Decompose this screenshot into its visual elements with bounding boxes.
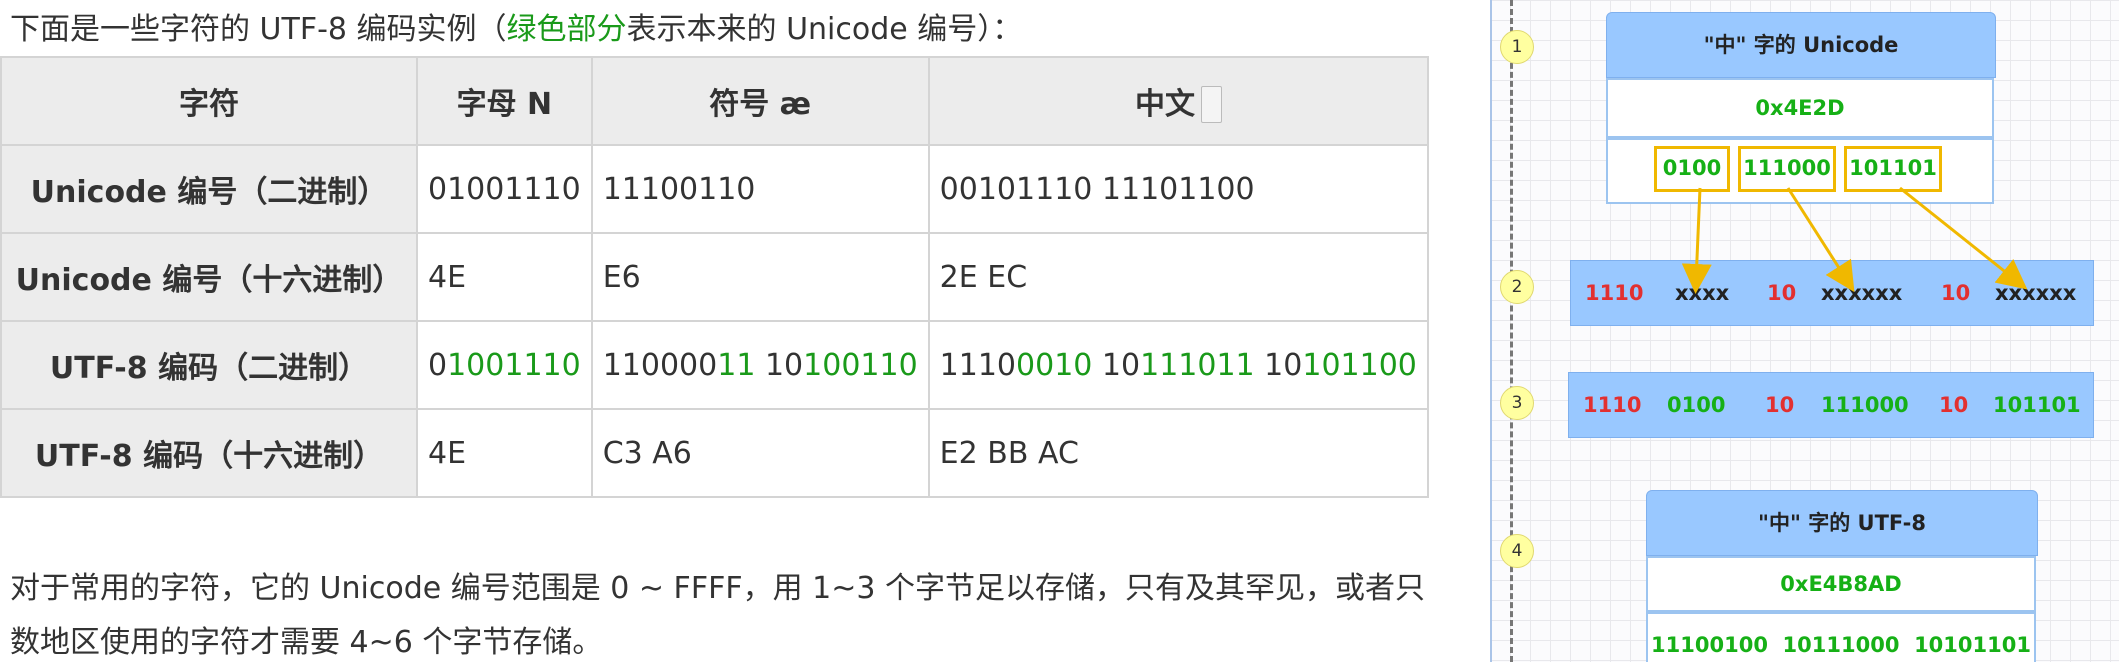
table-row: UTF-8 编码（二进制） 01001110 11000011 10100110 11… bbox=[0, 320, 1429, 410]
table-cell: E2 BB AC bbox=[927, 408, 1429, 498]
explanation-paragraph: 对于常用的字符，它的 Unicode 编号范围是 0 ~ FFFF，用 1~3 … bbox=[10, 562, 1490, 662]
cell-text: 1110 bbox=[939, 347, 1017, 383]
cell-text: 10 bbox=[755, 347, 804, 383]
green-bits: 111011 bbox=[1140, 347, 1255, 383]
cell-text: 4E bbox=[428, 259, 467, 295]
intro-green-part: 绿色部分 bbox=[506, 12, 627, 47]
table-cell: 00101110 11101100 bbox=[927, 144, 1429, 234]
table-cell: 01001110 bbox=[416, 320, 593, 410]
green-bits: 100110 bbox=[803, 347, 918, 383]
table-row: Unicode 编号（十六进制） 4E E6 2E EC bbox=[0, 232, 1429, 322]
table-cell: 11000011 10100110 bbox=[590, 320, 930, 410]
paragraph-line-1: 对于常用的字符，它的 Unicode 编号范围是 0 ~ FFFF，用 1~3 … bbox=[10, 571, 1425, 606]
header-char: 字符 bbox=[0, 56, 418, 146]
encoding-diagram: 1 2 3 4 "中" 字的 Unicode 0x4E2D 0100 11100… bbox=[1490, 0, 2119, 662]
utf8-examples-table: 字符 字母 N 符号 æ 中文 Unicode 编号（二进制） 01001110 1… bbox=[0, 56, 1429, 498]
cell-text: 110000 bbox=[602, 347, 718, 383]
cell-text: 0 bbox=[428, 347, 448, 383]
row-label: Unicode 编号（十六进制） bbox=[0, 232, 418, 322]
paragraph-line-2: 数地区使用的字符才需要 4~6 个字节存储。 bbox=[10, 625, 603, 660]
arrow-group-3 bbox=[1899, 186, 2028, 290]
green-bits: 1001110 bbox=[447, 347, 581, 383]
table-row: UTF-8 编码（十六进制） 4E C3 A6 E2 BB AC bbox=[0, 408, 1429, 498]
cell-text: C3 A6 bbox=[602, 435, 692, 471]
row-label: UTF-8 编码（十六进制） bbox=[0, 408, 418, 498]
table-cell: C3 A6 bbox=[590, 408, 930, 498]
header-letter: 字母 N bbox=[416, 56, 593, 146]
intro-text: 下面是一些字符的 UTF-8 编码实例（绿色部分表示本来的 Unicode 编号… bbox=[10, 8, 1022, 52]
cell-text: 00101110 11101100 bbox=[939, 171, 1255, 207]
green-bits: 11 bbox=[717, 347, 756, 383]
mapping-arrows bbox=[1681, 186, 2028, 294]
header-symbol-label: 符号 æ bbox=[709, 87, 812, 122]
header-chinese-label: 中文 bbox=[1135, 87, 1196, 122]
document-panel: 下面是一些字符的 UTF-8 编码实例（绿色部分表示本来的 Unicode 编号… bbox=[0, 0, 1490, 662]
table-cell: 4E bbox=[416, 408, 593, 498]
row-label: UTF-8 编码（二进制） bbox=[0, 320, 418, 410]
green-bits: 0010 bbox=[1016, 347, 1093, 383]
cell-text: 2E EC bbox=[939, 259, 1028, 295]
table-row: Unicode 编号（二进制） 01001110 11100110 00101110 … bbox=[0, 144, 1429, 234]
cell-text: 01001110 bbox=[428, 171, 581, 207]
table-cell: 4E bbox=[416, 232, 593, 322]
cell-text: E6 bbox=[602, 259, 641, 295]
header-chinese: 中文 bbox=[927, 56, 1429, 146]
header-symbol: 符号 æ bbox=[590, 56, 930, 146]
table-header-row: 字符 字母 N 符号 æ 中文 bbox=[0, 56, 1429, 146]
table-cell: 11100110 bbox=[590, 144, 930, 234]
table-cell: E6 bbox=[590, 232, 930, 322]
cell-text: 10 bbox=[1092, 347, 1141, 383]
arrow-group-2 bbox=[1786, 187, 1855, 293]
arrow-group-1 bbox=[1681, 187, 1712, 294]
intro-after: 表示本来的 Unicode 编号）： bbox=[626, 12, 1023, 47]
header-letter-label: 字母 N bbox=[456, 87, 553, 122]
green-bits: 101100 bbox=[1302, 347, 1417, 383]
table-cell: 01001110 bbox=[416, 144, 593, 234]
missing-glyph-box bbox=[1201, 86, 1222, 123]
cell-text: 4E bbox=[428, 435, 467, 471]
cell-text: 11100110 bbox=[602, 171, 756, 207]
table-cell: 2E EC bbox=[927, 232, 1429, 322]
table-cell: 11100010 10111011 10101100 bbox=[927, 320, 1429, 410]
row-label: Unicode 编号（二进制） bbox=[0, 144, 418, 234]
intro-before: 下面是一些字符的 UTF-8 编码实例（ bbox=[10, 12, 507, 47]
cell-text: E2 BB AC bbox=[939, 435, 1079, 471]
cell-text: 10 bbox=[1254, 347, 1303, 383]
